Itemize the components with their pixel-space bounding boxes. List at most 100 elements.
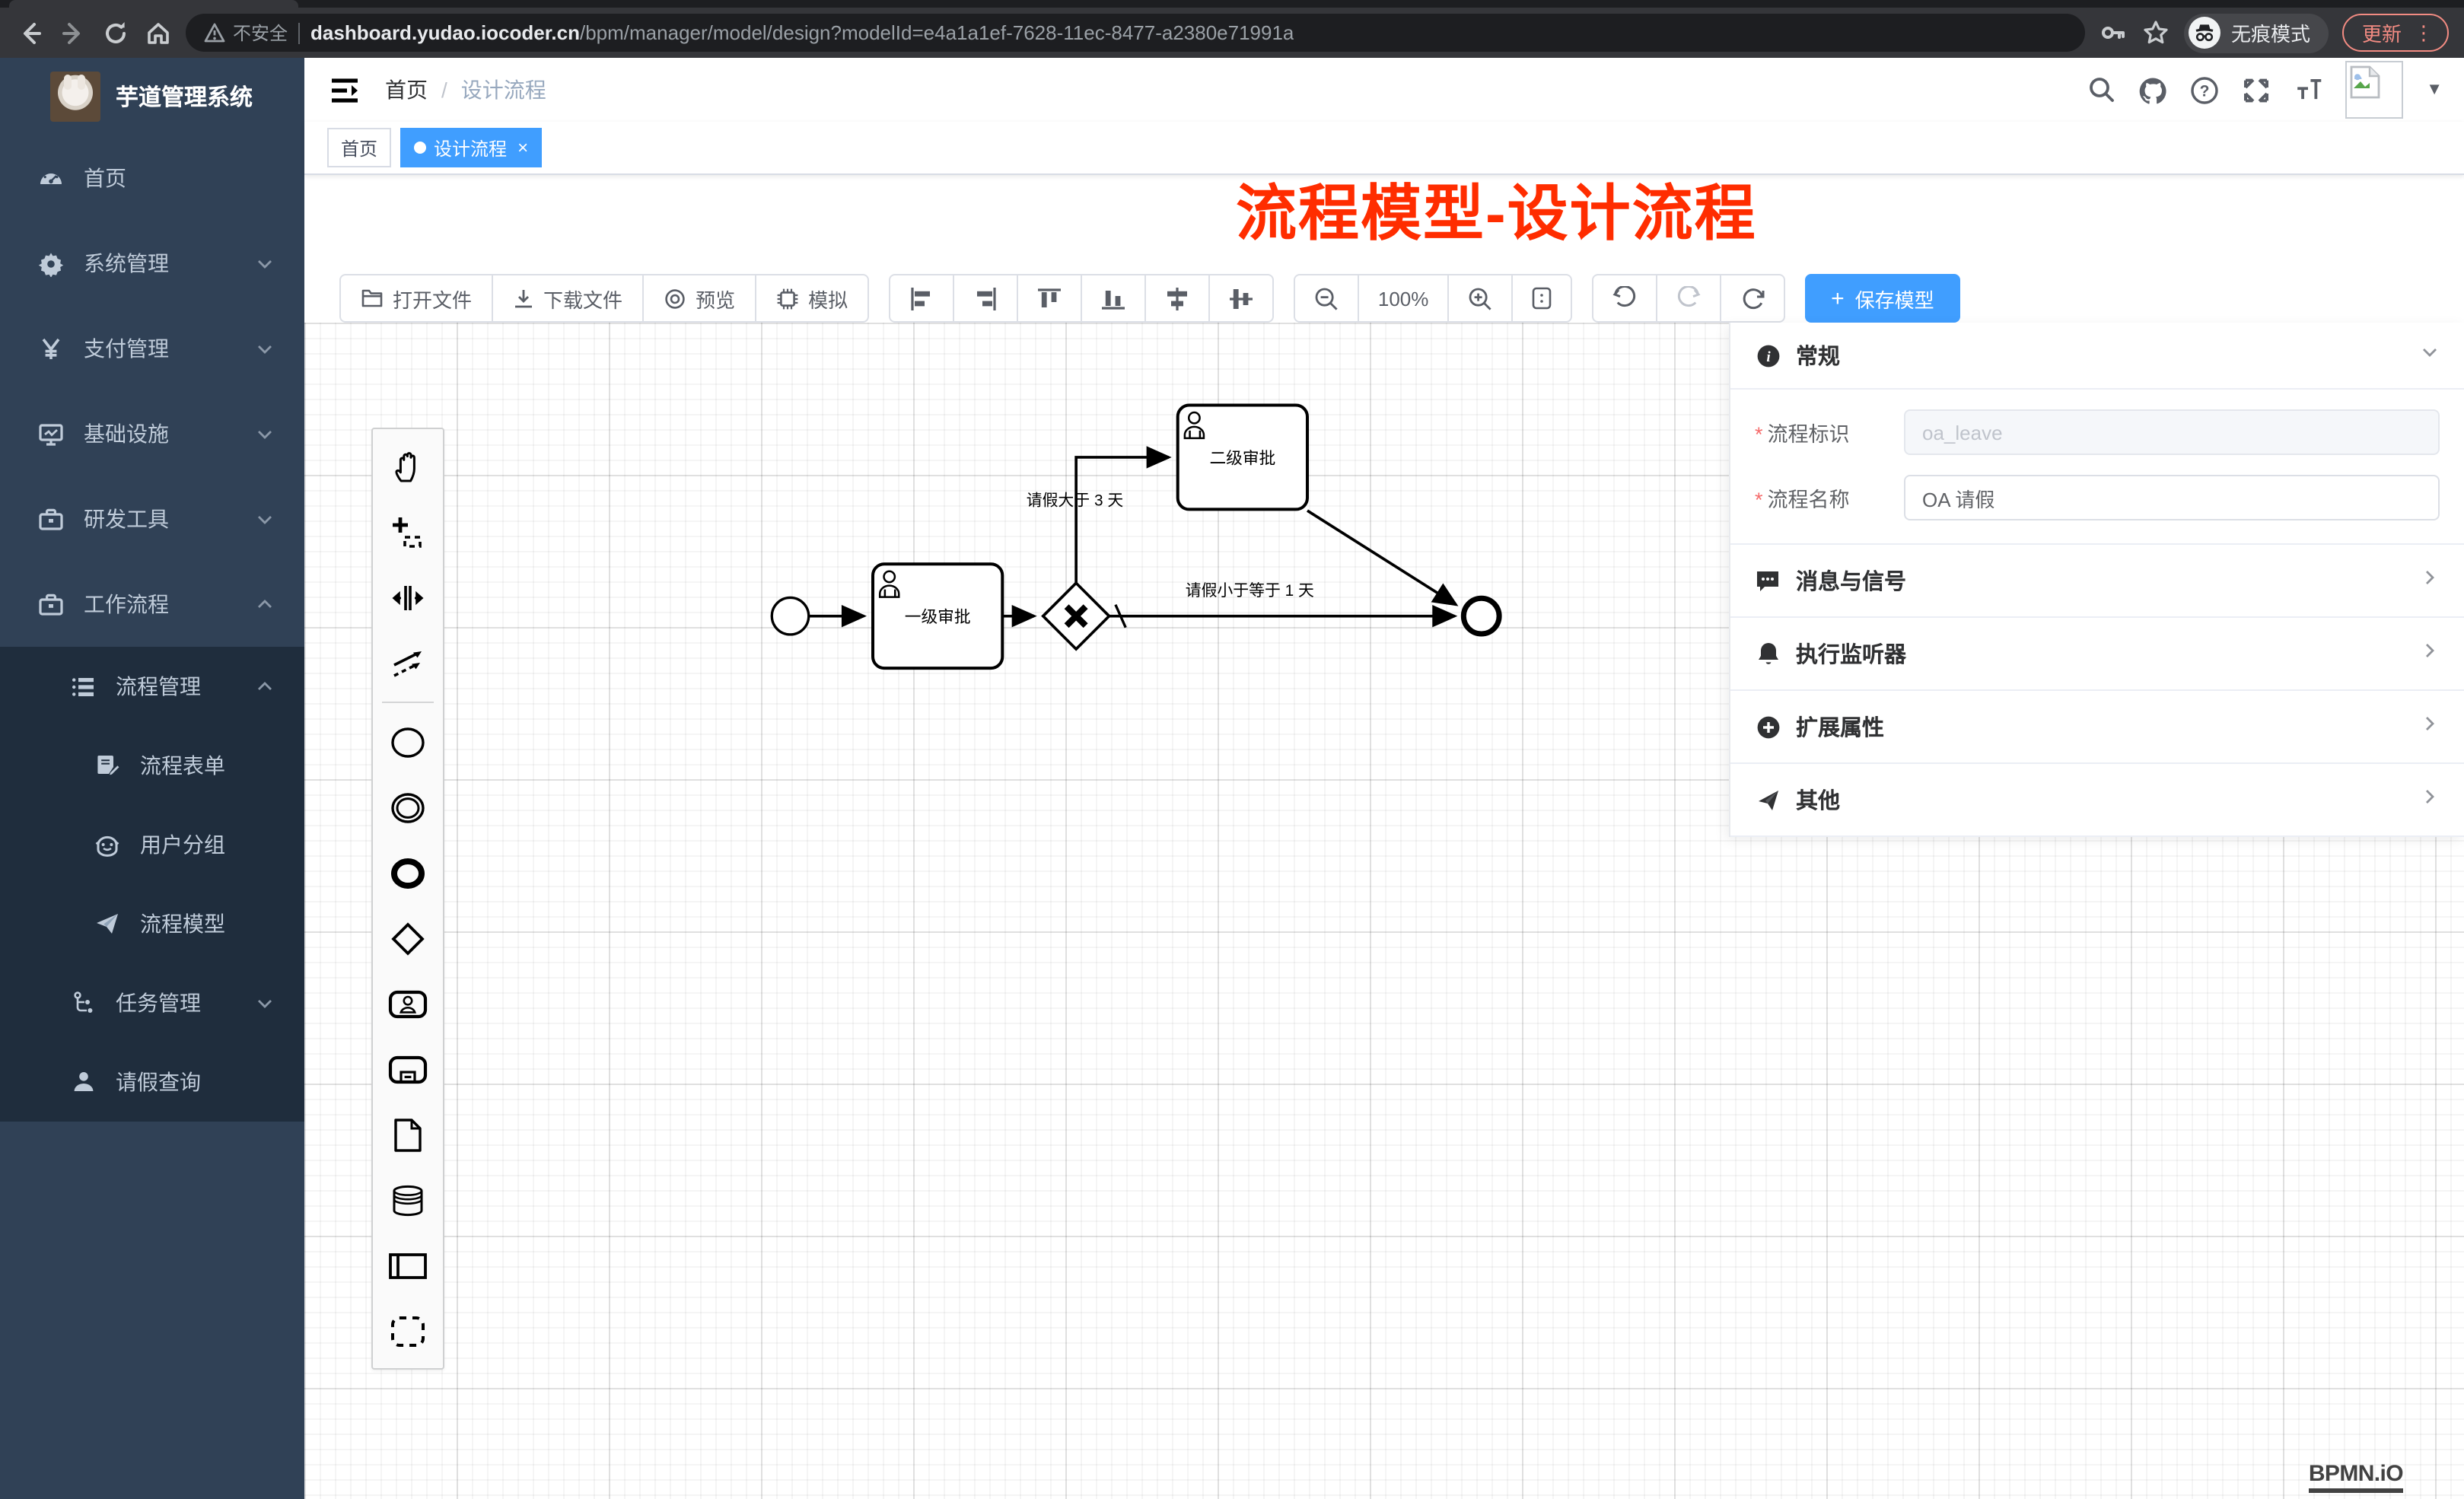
- preview-eye-icon: [664, 287, 686, 310]
- password-key-icon[interactable]: [2099, 18, 2128, 47]
- open-file-button[interactable]: 打开文件: [339, 274, 493, 323]
- chevron-right-icon: [2420, 640, 2440, 667]
- sidebar-item-infra[interactable]: 基础设施: [0, 391, 304, 476]
- not-secure-warning[interactable]: 不安全: [204, 20, 288, 46]
- sidebar-item-system[interactable]: 系统管理: [0, 221, 304, 306]
- zoom-reset-button[interactable]: [1511, 274, 1572, 323]
- create-subprocess[interactable]: [373, 1036, 443, 1102]
- sidebar-item-label: 流程模型: [140, 909, 274, 939]
- simulate-button[interactable]: 模拟: [755, 274, 869, 323]
- back-icon[interactable]: [15, 18, 44, 47]
- home-icon[interactable]: [143, 18, 172, 47]
- lasso-tool[interactable]: [373, 499, 443, 565]
- process-key-row: *流程标识: [1755, 409, 2440, 455]
- github-icon[interactable]: [2138, 75, 2167, 104]
- tag-label: 设计流程: [434, 135, 507, 161]
- align-left-button[interactable]: [889, 274, 954, 323]
- hand-tool[interactable]: [373, 434, 443, 499]
- reload-icon[interactable]: [100, 18, 129, 47]
- address-bar[interactable]: 不安全 dashboard.yudao.iocoder.cn/bpm/manag…: [186, 14, 2085, 52]
- chevron-down-icon: [256, 339, 274, 358]
- sidebar-item-task-mgmt[interactable]: 任务管理: [0, 963, 304, 1042]
- create-participant[interactable]: [373, 1233, 443, 1298]
- create-start-event[interactable]: [373, 709, 443, 775]
- url-text[interactable]: dashboard.yudao.iocoder.cn/bpm/manager/m…: [310, 21, 1294, 44]
- create-data-store[interactable]: [373, 1167, 443, 1233]
- chrome-menu-icon[interactable]: ⋮: [2414, 23, 2434, 43]
- end-event[interactable]: [1463, 598, 1499, 634]
- process-key-input[interactable]: [1904, 409, 2440, 455]
- undo-button[interactable]: [1592, 274, 1657, 323]
- align-center-horizontal-button[interactable]: [1144, 274, 1210, 323]
- section-message-signal[interactable]: 消息与信号: [1730, 545, 2464, 616]
- sidebar-item-process-model[interactable]: 流程模型: [0, 884, 304, 963]
- bookmark-star-icon[interactable]: [2141, 18, 2170, 47]
- fullscreen-icon[interactable]: [2242, 75, 2271, 104]
- plus-icon: +: [1831, 285, 1845, 311]
- sidebar-item-home[interactable]: 首页: [0, 135, 304, 221]
- avatar-caret-icon[interactable]: ▼: [2426, 81, 2443, 99]
- restart-button[interactable]: [1720, 274, 1785, 323]
- message-icon: [1755, 568, 1781, 594]
- create-intermediate-event[interactable]: [373, 775, 443, 840]
- required-asterisk: *: [1755, 423, 1763, 446]
- form-edit-icon: [94, 753, 120, 778]
- sidebar-item-workflow[interactable]: 工作流程: [0, 562, 304, 647]
- global-connect-tool[interactable]: [373, 630, 443, 695]
- redo-button[interactable]: [1656, 274, 1721, 323]
- align-right-button[interactable]: [953, 274, 1018, 323]
- process-name-input[interactable]: [1904, 475, 2440, 520]
- close-icon[interactable]: ×: [517, 137, 528, 158]
- preview-button[interactable]: 预览: [642, 274, 756, 323]
- forward-icon[interactable]: [58, 18, 87, 47]
- designer-toolbar: 打开文件 下载文件 预览 模拟: [339, 274, 2464, 323]
- help-icon[interactable]: ?: [2190, 75, 2219, 104]
- flow-label-le1[interactable]: 请假小于等于 1 天: [1186, 582, 1314, 600]
- section-other[interactable]: 其他: [1730, 764, 2464, 835]
- sidebar-item-label: 任务管理: [116, 988, 236, 1018]
- user-task-level2[interactable]: 二级审批: [1178, 406, 1307, 510]
- align-top-button[interactable]: [1017, 274, 1082, 323]
- create-user-task[interactable]: [373, 971, 443, 1036]
- sidebar-item-process-form[interactable]: 流程表单: [0, 726, 304, 805]
- section-title: 其他: [1796, 784, 2405, 816]
- zoom-in-button[interactable]: [1447, 274, 1513, 323]
- sidebar-item-payment[interactable]: 支付管理: [0, 306, 304, 391]
- sidebar-item-leave-query[interactable]: 请假查询: [0, 1042, 304, 1122]
- create-gateway[interactable]: [373, 905, 443, 971]
- flow-label-gt3[interactable]: 请假大于 3 天: [1027, 492, 1124, 509]
- exclusive-gateway[interactable]: [1043, 583, 1109, 649]
- start-event[interactable]: [772, 597, 808, 634]
- avatar[interactable]: [2345, 61, 2403, 119]
- chrome-update-button[interactable]: 更新 ⋮: [2342, 14, 2449, 52]
- create-group[interactable]: [373, 1298, 443, 1364]
- sidebar-item-devtools[interactable]: 研发工具: [0, 476, 304, 562]
- tag-home[interactable]: 首页: [327, 128, 391, 167]
- search-icon[interactable]: [2087, 75, 2115, 104]
- download-file-button[interactable]: 下载文件: [492, 274, 644, 323]
- app-logo[interactable]: 芋道管理系统: [0, 58, 304, 135]
- sidebar-item-user-group[interactable]: 用户分组: [0, 805, 304, 884]
- align-center-vertical-button[interactable]: [1208, 274, 1274, 323]
- bell-icon: [1755, 641, 1781, 667]
- align-bottom-button[interactable]: [1081, 274, 1146, 323]
- zoom-level-value: 100%: [1378, 287, 1429, 310]
- space-tool[interactable]: [373, 565, 443, 630]
- general-section-header[interactable]: i 常规: [1730, 323, 2464, 388]
- browser-active-tab[interactable]: [9, 0, 298, 8]
- field-label: *流程名称: [1755, 482, 1904, 513]
- create-data-object[interactable]: [373, 1102, 443, 1167]
- sidebar: 芋道管理系统 首页 系统管理 支付管理 基础设施: [0, 58, 304, 1499]
- bpmn-io-logo[interactable]: BPMN.iO: [2309, 1461, 2403, 1493]
- sidebar-item-process-mgmt[interactable]: 流程管理: [0, 647, 304, 726]
- save-model-button[interactable]: + 保存模型: [1805, 274, 1960, 323]
- section-extended-attributes[interactable]: 扩展属性: [1730, 691, 2464, 762]
- sidebar-collapse-icon[interactable]: [329, 74, 361, 106]
- tag-design-process[interactable]: 设计流程 ×: [400, 128, 542, 167]
- section-execution-listener[interactable]: 执行监听器: [1730, 618, 2464, 689]
- create-end-event[interactable]: [373, 840, 443, 905]
- breadcrumb-home[interactable]: 首页: [385, 75, 428, 105]
- zoom-out-button[interactable]: [1294, 274, 1359, 323]
- font-size-icon[interactable]: [2294, 75, 2322, 104]
- user-task-level1[interactable]: 一级审批: [873, 564, 1002, 668]
